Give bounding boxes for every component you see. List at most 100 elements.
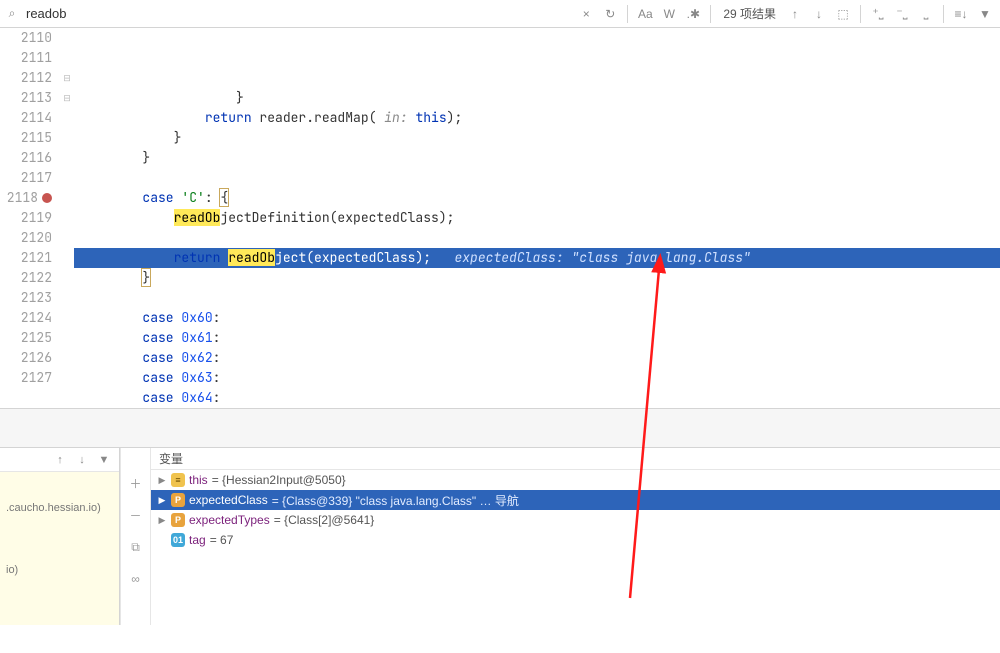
fold-spacer	[60, 308, 74, 328]
fold-spacer	[60, 48, 74, 68]
line-number[interactable]: 2113	[0, 88, 52, 108]
line-number[interactable]: 2122	[0, 268, 52, 288]
expand-chevron-icon[interactable]: ▶	[157, 515, 167, 526]
expand-chevron-icon[interactable]: ▶	[157, 495, 167, 506]
code-line[interactable]: case 0x64:	[74, 388, 1000, 408]
fold-spacer	[60, 348, 74, 368]
variable-kind-icon: P	[171, 513, 185, 527]
line-number[interactable]: 2124	[0, 308, 52, 328]
separator	[710, 5, 711, 23]
find-bar: ⌕ × ↻ Aa W .✱ 29 项结果 ↑ ↓ ⬚ ⁺⎵ ⁻⎵ ⎵ ≡↓ ▼	[0, 0, 1000, 28]
variable-value: = 67	[210, 533, 234, 547]
whole-word-toggle[interactable]: W	[658, 3, 680, 25]
variables-tree[interactable]: ▶≡this = {Hessian2Input@5050}▶PexpectedC…	[151, 470, 1000, 625]
search-history-button[interactable]: ↻	[599, 3, 621, 25]
code-line[interactable]	[74, 228, 1000, 248]
fold-spacer	[60, 248, 74, 268]
line-number[interactable]: 2126	[0, 348, 52, 368]
line-number[interactable]: 2127	[0, 368, 52, 388]
variable-row[interactable]: ▶PexpectedClass = {Class@339} "class jav…	[151, 490, 1000, 510]
remove-selection-button[interactable]: ⁻⎵	[891, 3, 913, 25]
fold-column[interactable]: ⊟⊟	[60, 28, 74, 408]
variable-row[interactable]: ▶PexpectedTypes = {Class[2]@5641}	[151, 510, 1000, 530]
expand-chevron-icon[interactable]: ▶	[157, 475, 167, 486]
variables-title: 变量	[151, 448, 1000, 470]
code-line[interactable]: }	[74, 88, 1000, 108]
fold-spacer	[60, 228, 74, 248]
breakpoint-line-number[interactable]: 2118	[0, 188, 52, 208]
next-match-button[interactable]: ↓	[808, 3, 830, 25]
line-number[interactable]: 2115	[0, 128, 52, 148]
line-number[interactable]: 2119	[0, 208, 52, 228]
in-selection-button[interactable]: ⎵	[915, 3, 937, 25]
fold-toggle[interactable]: ⊟	[60, 68, 74, 88]
filter-button[interactable]: ▼	[974, 3, 996, 25]
variable-value: = {Class[2]@5641}	[274, 513, 375, 527]
code-line[interactable]: case 0x61:	[74, 328, 1000, 348]
line-number[interactable]: 2112	[0, 68, 52, 88]
fold-spacer	[60, 268, 74, 288]
separator	[627, 5, 628, 23]
frames-down-button[interactable]: ↓	[73, 451, 91, 469]
line-number[interactable]: 2121	[0, 248, 52, 268]
code-line[interactable]	[74, 288, 1000, 308]
clear-search-button[interactable]: ×	[575, 3, 597, 25]
prev-match-button[interactable]: ↑	[784, 3, 806, 25]
frame-entry[interactable]: .caucho.hessian.io)	[6, 500, 113, 516]
add-watch-button[interactable]: ＋	[127, 474, 145, 492]
fold-toggle[interactable]: ⊟	[60, 88, 74, 108]
code-line[interactable]: }	[74, 148, 1000, 168]
line-number[interactable]: 2123	[0, 288, 52, 308]
code-area[interactable]: 2110211121122113211421152116211721182119…	[0, 28, 1000, 408]
line-number[interactable]: 2116	[0, 148, 52, 168]
variable-row[interactable]: ▶≡this = {Hessian2Input@5050}	[151, 470, 1000, 490]
code-line[interactable]: readObjectDefinition(expectedClass);	[74, 208, 1000, 228]
variable-row[interactable]: 01tag = 67	[151, 530, 1000, 550]
panel-splitter[interactable]	[0, 408, 1000, 448]
search-icon: ⌕	[4, 6, 20, 21]
variable-kind-icon: 01	[171, 533, 185, 547]
line-number[interactable]: 2114	[0, 108, 52, 128]
code-line[interactable]: }	[74, 268, 1000, 288]
code-line[interactable]	[74, 168, 1000, 188]
line-number[interactable]: 2111	[0, 48, 52, 68]
code-line[interactable]: return reader.readMap( in: this);	[74, 108, 1000, 128]
fold-spacer	[60, 288, 74, 308]
fold-spacer	[60, 208, 74, 228]
remove-watch-button[interactable]: －	[127, 506, 145, 524]
code-line[interactable]: case 0x62:	[74, 348, 1000, 368]
line-number[interactable]: 2117	[0, 168, 52, 188]
source-code[interactable]: } return reader.readMap( in: this); } } …	[74, 28, 1000, 408]
frames-toolbar: ↑ ↓ ▼	[0, 448, 119, 472]
code-line[interactable]: case 0x60:	[74, 308, 1000, 328]
code-line[interactable]: case 0x63:	[74, 368, 1000, 388]
line-number-gutter[interactable]: 2110211121122113211421152116211721182119…	[0, 28, 60, 408]
sort-button[interactable]: ≡↓	[950, 3, 972, 25]
line-number[interactable]: 2125	[0, 328, 52, 348]
line-number[interactable]: 2120	[0, 228, 52, 248]
variable-kind-icon: P	[171, 493, 185, 507]
frames-list[interactable]: .caucho.hessian.io) io)	[0, 472, 119, 625]
match-case-toggle[interactable]: Aa	[634, 3, 656, 25]
find-input[interactable]	[22, 4, 573, 23]
regex-toggle[interactable]: .✱	[682, 3, 704, 25]
variable-name: expectedClass	[189, 493, 268, 507]
copy-value-button[interactable]: ⧉	[127, 538, 145, 556]
code-line[interactable]: }	[74, 128, 1000, 148]
fold-spacer	[60, 108, 74, 128]
code-line[interactable]: case 'C': {	[74, 188, 1000, 208]
variable-name: this	[189, 473, 208, 487]
fold-spacer	[60, 328, 74, 348]
add-selection-button[interactable]: ⁺⎵	[867, 3, 889, 25]
select-all-matches-button[interactable]: ⬚	[832, 3, 854, 25]
fold-spacer	[60, 28, 74, 48]
fold-spacer	[60, 148, 74, 168]
frames-panel: ↑ ↓ ▼ .caucho.hessian.io) io)	[0, 448, 120, 625]
execution-line[interactable]: return readObject(expectedClass); expect…	[74, 248, 1000, 268]
frame-entry[interactable]: io)	[6, 562, 113, 578]
line-number[interactable]: 2110	[0, 28, 52, 48]
frames-up-button[interactable]: ↑	[51, 451, 69, 469]
separator	[860, 5, 861, 23]
frames-filter-button[interactable]: ▼	[95, 451, 113, 469]
link-button[interactable]: ∞	[127, 570, 145, 588]
